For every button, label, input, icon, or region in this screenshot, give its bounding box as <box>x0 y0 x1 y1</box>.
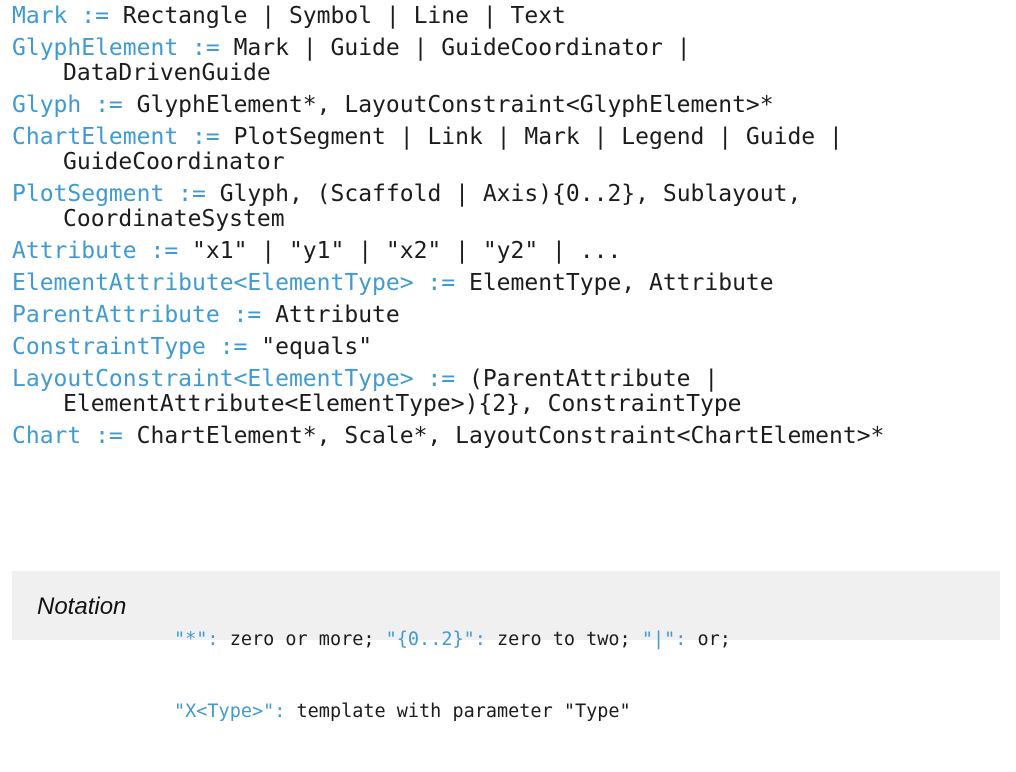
grammar-rule: ConstraintType := "equals" <box>12 335 1012 360</box>
grammar-rule: Chart := ChartElement*, Scale*, LayoutCo… <box>12 424 1012 449</box>
rule-definition-continued: CoordinateSystem <box>63 206 285 232</box>
rule-definition: "x1" | "y1" | "x2" | "y2" | ... <box>192 238 622 264</box>
grammar-rule: GlyphElement := Mark | Guide | GuideCoor… <box>12 36 1012 86</box>
rule-definition-continued: DataDrivenGuide <box>63 60 271 86</box>
rule-name: Glyph := <box>12 92 123 118</box>
rule-name: Mark := <box>12 3 109 29</box>
notation-meaning: zero to two; <box>485 629 642 650</box>
rule-definition-continued: ElementAttribute<ElementType>){2}, Const… <box>63 391 742 417</box>
grammar-rule: ParentAttribute := Attribute <box>12 303 1012 328</box>
rule-name: LayoutConstraint<ElementType> := <box>12 366 456 392</box>
rule-name: PlotSegment := <box>12 181 206 207</box>
rule-definition: Attribute <box>275 302 400 328</box>
notation-label: Notation <box>37 593 127 620</box>
rule-definition-continued: GuideCoordinator <box>63 149 285 175</box>
rule-definition: GlyphElement*, LayoutConstraint<GlyphEle… <box>136 92 774 118</box>
rule-definition: Rectangle | Symbol | Line | Text <box>122 3 566 29</box>
grammar-rule: Attribute := "x1" | "y1" | "x2" | "y2" |… <box>12 239 1012 264</box>
notation-symbol: "X<Type>": <box>174 701 286 722</box>
notation-box: Notation "*": zero or more; "{0..2}": ze… <box>12 571 1000 722</box>
notation-definitions: "*": zero or more; "{0..2}": zero to two… <box>174 580 731 772</box>
notation-symbol: "*": <box>174 629 219 650</box>
rule-name: ConstraintType := <box>12 334 248 360</box>
grammar-rule: LayoutConstraint<ElementType> := (Parent… <box>12 367 1012 417</box>
rule-name: ParentAttribute := <box>12 302 262 328</box>
grammar-rule: Glyph := GlyphElement*, LayoutConstraint… <box>12 93 1012 118</box>
rule-name: Chart := <box>12 423 123 449</box>
rule-name: Attribute := <box>12 238 179 264</box>
grammar-rule: ChartElement := PlotSegment | Link | Mar… <box>12 125 1012 175</box>
rule-definition: PlotSegment | Link | Mark | Legend | Gui… <box>233 124 843 150</box>
rule-definition: "equals" <box>261 334 373 360</box>
rule-definition: Mark | Guide | GuideCoordinator | <box>233 35 691 61</box>
rule-name: ElementAttribute<ElementType> := <box>12 270 456 296</box>
notation-symbol: "|": <box>641 629 687 650</box>
notation-symbol: "{0..2}": <box>385 629 486 650</box>
notation-meaning: or; <box>686 629 731 650</box>
notation-line: "X<Type>": template with parameter "Type… <box>174 700 731 724</box>
notation-line: "*": zero or more; "{0..2}": zero to two… <box>174 628 731 652</box>
rule-definition: ChartElement*, Scale*, LayoutConstraint<… <box>136 423 885 449</box>
grammar-rules: Mark := Rectangle | Symbol | Line | Text… <box>12 4 1012 456</box>
grammar-rule: Mark := Rectangle | Symbol | Line | Text <box>12 4 1012 29</box>
rule-definition: ElementType, Attribute <box>468 270 774 296</box>
grammar-rule: ElementAttribute<ElementType> := Element… <box>12 271 1012 296</box>
rule-name: ChartElement := <box>12 124 220 150</box>
rule-definition: Glyph, (Scaffold | Axis){0..2}, Sublayou… <box>219 181 802 207</box>
notation-meaning: template with parameter "Type" <box>285 701 631 722</box>
grammar-rule: PlotSegment := Glyph, (Scaffold | Axis){… <box>12 182 1012 232</box>
notation-meaning: zero or more; <box>218 629 386 650</box>
rule-name: GlyphElement := <box>12 35 220 61</box>
rule-definition: (ParentAttribute | <box>468 366 719 392</box>
